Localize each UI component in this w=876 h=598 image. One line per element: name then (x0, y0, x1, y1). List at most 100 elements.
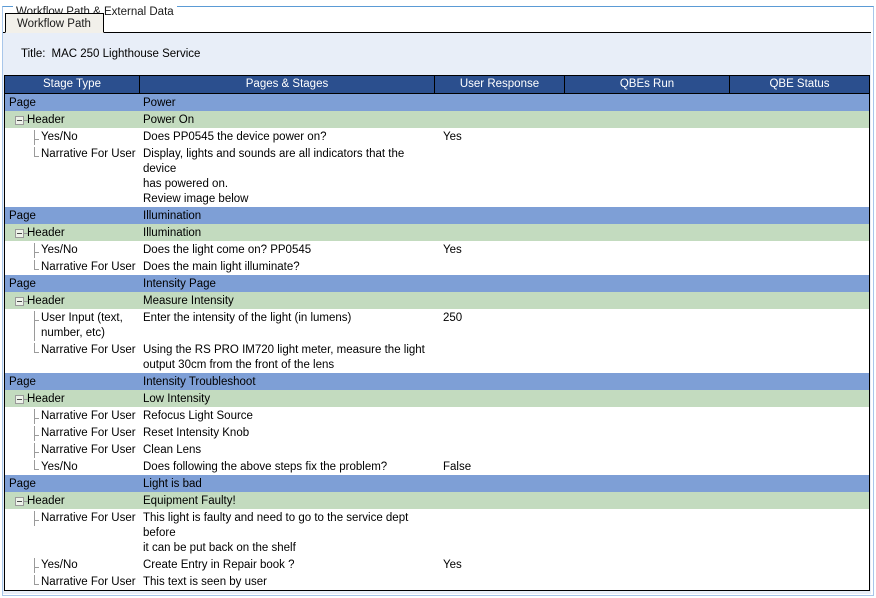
cell-stage-type: Page (5, 475, 140, 492)
grid-header-row: Stage TypePages & StagesUser ResponseQBE… (5, 76, 869, 94)
tab-workflow-path[interactable]: Workflow Path (5, 13, 104, 33)
table-row[interactable]: User Input (text, number, etc)Enter the … (5, 309, 869, 341)
table-row[interactable]: HeaderEquipment Faulty! (5, 492, 869, 509)
table-row[interactable]: Yes/NoDoes the light come on? PP0545Yes (5, 241, 869, 258)
table-row[interactable]: Narrative For UserThis text is seen by u… (5, 573, 869, 590)
cell-qbes-run (565, 207, 730, 209)
table-row[interactable]: PageLight is bad (5, 475, 869, 492)
cell-qbes-run (565, 509, 730, 511)
stage-type-label: Yes/No (7, 460, 140, 475)
tree-connector-line (34, 558, 35, 573)
cell-qbe-status (730, 309, 869, 311)
stage-type-label: Narrative For User (7, 343, 140, 358)
table-row[interactable]: PageCreate Repair Book EntryCreate New R… (5, 590, 869, 591)
tree-connector-line (34, 252, 39, 253)
cell-qbe-status (730, 111, 869, 113)
tree-connector-line (24, 301, 28, 302)
tree-connector-line (34, 147, 35, 156)
table-row[interactable]: Yes/NoDoes PP0545 the device power on?Ye… (5, 128, 869, 145)
table-row[interactable]: Narrative For UserDisplay, lights and so… (5, 145, 869, 207)
tree-connector-line (34, 511, 35, 526)
column-header-pages-stages[interactable]: Pages & Stages (140, 76, 435, 93)
cell-pages-stages: Does following the above steps fix the p… (140, 458, 435, 475)
stage-type-label: Narrative For User (7, 147, 140, 162)
table-row[interactable]: PagePower (5, 94, 869, 111)
workflow-title: Title:MAC 250 Lighthouse Service (21, 48, 200, 60)
column-header-qbes-run[interactable]: QBEs Run (565, 76, 730, 93)
cell-user-response (435, 275, 565, 277)
tree-connector-line (34, 584, 39, 585)
cell-stage-type: Page (5, 590, 140, 591)
column-header-user-response[interactable]: User Response (435, 76, 565, 93)
table-row[interactable]: HeaderIllumination (5, 224, 869, 241)
tree-connector-line (34, 469, 39, 470)
tree-connector-line (34, 260, 35, 269)
cell-qbes-run (565, 292, 730, 294)
tree-collapse-icon[interactable] (15, 116, 24, 125)
tree-connector-line (24, 399, 28, 400)
table-row[interactable]: HeaderMeasure Intensity (5, 292, 869, 309)
cell-pages-stages: Using the RS PRO IM720 light meter, meas… (140, 341, 435, 373)
tree-connector-line (34, 426, 35, 441)
stage-type-label: Yes/No (7, 558, 140, 573)
stage-type-label: Narrative For User (7, 575, 140, 590)
table-row[interactable]: HeaderLow Intensity (5, 390, 869, 407)
stage-type-label: User Input (text, number, etc) (7, 311, 140, 341)
tree-collapse-icon[interactable] (15, 229, 24, 238)
table-row[interactable]: PageIllumination (5, 207, 869, 224)
table-row[interactable]: Yes/NoDoes following the above steps fix… (5, 458, 869, 475)
cell-stage-type: Yes/No (5, 128, 140, 145)
cell-user-response: Yes (435, 241, 565, 258)
tree-connector-line (34, 409, 35, 424)
stage-type-label: Narrative For User (7, 409, 140, 424)
cell-stage-type: Header (5, 224, 140, 241)
cell-pages-stages: Display, lights and sounds are all indic… (140, 145, 435, 207)
grid-body[interactable]: PagePowerHeaderPower OnYes/NoDoes PP0545… (5, 94, 869, 591)
table-row[interactable]: Narrative For UserDoes the main light il… (5, 258, 869, 275)
cell-pages-stages: Illumination (140, 224, 435, 241)
cell-stage-type: Narrative For User (5, 441, 140, 458)
tree-collapse-icon[interactable] (15, 297, 24, 306)
cell-user-response (435, 424, 565, 426)
cell-stage-type: Page (5, 94, 140, 111)
cell-qbe-status (730, 509, 869, 511)
cell-user-response (435, 407, 565, 409)
cell-pages-stages: Measure Intensity (140, 292, 435, 309)
cell-pages-stages: Intensity Page (140, 275, 435, 292)
cell-user-response (435, 111, 565, 113)
table-row[interactable]: PageIntensity Page (5, 275, 869, 292)
column-header-stage-type[interactable]: Stage Type (5, 76, 140, 93)
table-row[interactable]: Narrative For UserClean Lens (5, 441, 869, 458)
cell-pages-stages: Intensity Troubleshoot (140, 373, 435, 390)
table-row[interactable]: Narrative For UserRefocus Light Source (5, 407, 869, 424)
cell-qbe-status (730, 341, 869, 343)
table-row[interactable]: Narrative For UserThis light is faulty a… (5, 509, 869, 556)
tree-collapse-icon[interactable] (15, 497, 24, 506)
table-row[interactable]: HeaderPower On (5, 111, 869, 128)
cell-qbe-status (730, 207, 869, 209)
tree-connector-line (34, 320, 39, 321)
cell-user-response (435, 573, 565, 575)
cell-stage-type: Page (5, 373, 140, 390)
cell-qbe-status (730, 224, 869, 226)
cell-qbe-status (730, 241, 869, 243)
table-row[interactable]: Narrative For UserReset Intensity Knob (5, 424, 869, 441)
table-row[interactable]: Yes/NoCreate Entry in Repair book ?Yes (5, 556, 869, 573)
table-row[interactable]: Narrative For UserUsing the RS PRO IM720… (5, 341, 869, 373)
cell-stage-type: Narrative For User (5, 407, 140, 424)
tree-connector-line (34, 435, 39, 436)
cell-qbe-status (730, 292, 869, 294)
cell-pages-stages: Power On (140, 111, 435, 128)
cell-qbes-run (565, 424, 730, 426)
column-header-qbe-status[interactable]: QBE Status (730, 76, 869, 93)
tree-connector-line (24, 501, 28, 502)
table-row[interactable]: PageIntensity Troubleshoot (5, 373, 869, 390)
cell-user-response (435, 475, 565, 477)
tree-collapse-icon[interactable] (15, 395, 24, 404)
tree-connector-line (34, 311, 35, 341)
cell-user-response (435, 492, 565, 494)
cell-qbes-run (565, 309, 730, 311)
cell-user-response (435, 207, 565, 209)
workflow-path-grid[interactable]: Stage TypePages & StagesUser ResponseQBE… (4, 75, 870, 591)
cell-qbes-run (565, 258, 730, 260)
